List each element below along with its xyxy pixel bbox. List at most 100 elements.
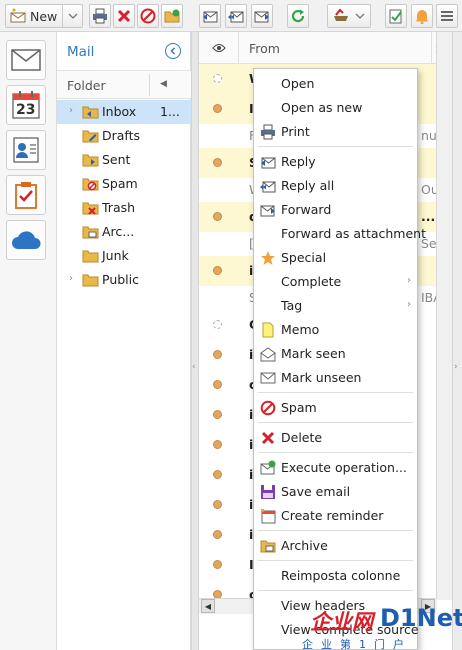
menu-item-complete[interactable]: Complete › [254,270,417,294]
reply-all-button[interactable] [225,4,247,28]
trash-folder-icon [82,200,99,218]
menu-item-open[interactable]: Open [254,72,417,96]
chevron-right-icon[interactable]: › [69,105,73,116]
menu-button[interactable] [436,4,458,28]
unread-status-icon[interactable] [213,530,222,539]
move-button[interactable] [161,4,183,28]
menu-item-label: Reply [281,154,316,169]
new-mail-icon [10,8,26,24]
chevron-down-icon[interactable] [62,5,82,27]
menu-item-label: Mark unseen [281,370,362,385]
menu-item-save-email[interactable]: Save email [254,480,417,504]
menu-item-archive[interactable]: Archive [254,534,417,558]
folder-pane: Mail Folder ◀ › Inbox 1... Drafts Sent S… [57,32,191,650]
menu-item-reply-all[interactable]: Reply all [254,174,417,198]
app-rail: 23 [0,32,57,650]
sort-icon[interactable]: ◀ [160,79,167,89]
unread-status-icon[interactable] [213,266,222,275]
menu-separator [258,392,413,393]
column-divider[interactable] [149,74,150,96]
mark-icon [334,8,348,21]
menu-item-label: Memo [281,322,320,337]
menu-item-reply[interactable]: Reply [254,150,417,174]
menu-item-create-reminder[interactable]: Create reminder [254,504,417,528]
folder-item-junk[interactable]: Junk [57,244,191,268]
save-icon [260,484,276,500]
menu-item-delete[interactable]: Delete [254,426,417,450]
folder-item-inbox[interactable]: › Inbox 1... [57,100,191,124]
menu-item-mark-seen[interactable]: Mark seen [254,342,417,366]
reply-icon [203,11,218,23]
mark-button[interactable] [327,4,371,28]
unread-status-icon[interactable] [213,440,222,449]
notifications-button[interactable] [411,4,433,28]
menu-item-execute[interactable]: Execute operation... [254,456,417,480]
menu-separator [258,560,413,561]
contacts-app-button[interactable] [6,130,46,170]
menu-item-reset-columns[interactable]: Reimposta colonne [254,564,417,588]
pane-splitter[interactable]: ‹ [191,32,199,650]
envelope-open-icon [260,346,276,362]
unread-status-icon[interactable] [213,350,222,359]
unread-status-icon[interactable] [213,560,222,569]
from-column-header[interactable]: From [249,41,280,56]
archive-folder-icon [82,224,99,242]
reading-pane-splitter[interactable]: › [452,32,462,650]
menu-item-label: Save email [281,484,351,499]
cloud-app-button[interactable] [6,220,46,260]
refresh-button[interactable] [287,4,309,28]
mail-icon [11,49,41,71]
submenu-arrow-icon: › [407,275,411,286]
folder-item-public[interactable]: › Public [57,268,191,292]
reply-button[interactable] [199,4,221,28]
collapse-arrow-icon[interactable]: ‹ [192,362,196,372]
new-button[interactable]: New [5,4,83,28]
print-button[interactable] [89,4,111,28]
menu-item-tag[interactable]: Tag › [254,294,417,318]
spam-button[interactable] [137,4,159,28]
collapse-pane-button[interactable] [165,43,181,59]
read-status-icon[interactable] [213,320,222,329]
folder-name: Public [102,272,139,287]
unread-status-icon[interactable] [213,470,222,479]
folder-item-trash[interactable]: Trash [57,196,191,220]
calendar-app-button[interactable]: 23 [6,85,46,125]
menu-item-open-as-new[interactable]: Open as new [254,96,417,120]
forward-button[interactable] [251,4,273,28]
unread-status-icon[interactable] [213,500,222,509]
folder-item-spam[interactable]: Spam [57,172,191,196]
menu-item-forward[interactable]: Forward [254,198,417,222]
mail-app-button[interactable] [6,40,46,80]
menu-item-label: Create reminder [281,508,384,523]
collapse-arrow-icon[interactable]: › [454,362,458,372]
column-divider[interactable] [431,32,432,64]
unread-status-icon[interactable] [213,212,222,221]
seen-column-header[interactable] [199,32,239,64]
tasks-icon [15,182,37,209]
folder-item-archive[interactable]: Arc... [57,220,191,244]
unread-status-icon[interactable] [213,104,222,113]
chevron-right-icon[interactable]: › [69,273,73,284]
menu-item-mark-unseen[interactable]: Mark unseen [254,366,417,390]
menu-item-memo[interactable]: Memo [254,318,417,342]
folder-column-header[interactable]: Folder ◀ [57,70,191,99]
unread-status-icon[interactable] [213,410,222,419]
folder-icon [82,248,99,266]
delete-button[interactable] [113,4,135,28]
read-status-icon[interactable] [213,74,222,83]
menu-item-label: Tag [281,298,303,313]
vertical-scrollbar[interactable] [436,32,452,600]
menu-item-label: Spam [281,400,317,415]
menu-item-print[interactable]: Print [254,120,417,144]
scroll-left-icon[interactable]: ◀ [201,599,215,613]
tasks-app-button[interactable] [6,175,46,215]
menu-item-special[interactable]: Special [254,246,417,270]
operation-button[interactable] [385,4,407,28]
spam-icon [260,400,276,416]
folder-item-sent[interactable]: Sent [57,148,191,172]
unread-status-icon[interactable] [213,158,222,167]
folder-item-drafts[interactable]: Drafts [57,124,191,148]
unread-status-icon[interactable] [213,380,222,389]
menu-item-spam[interactable]: Spam [254,396,417,420]
menu-item-forward-attachment[interactable]: Forward as attachment [254,222,426,246]
